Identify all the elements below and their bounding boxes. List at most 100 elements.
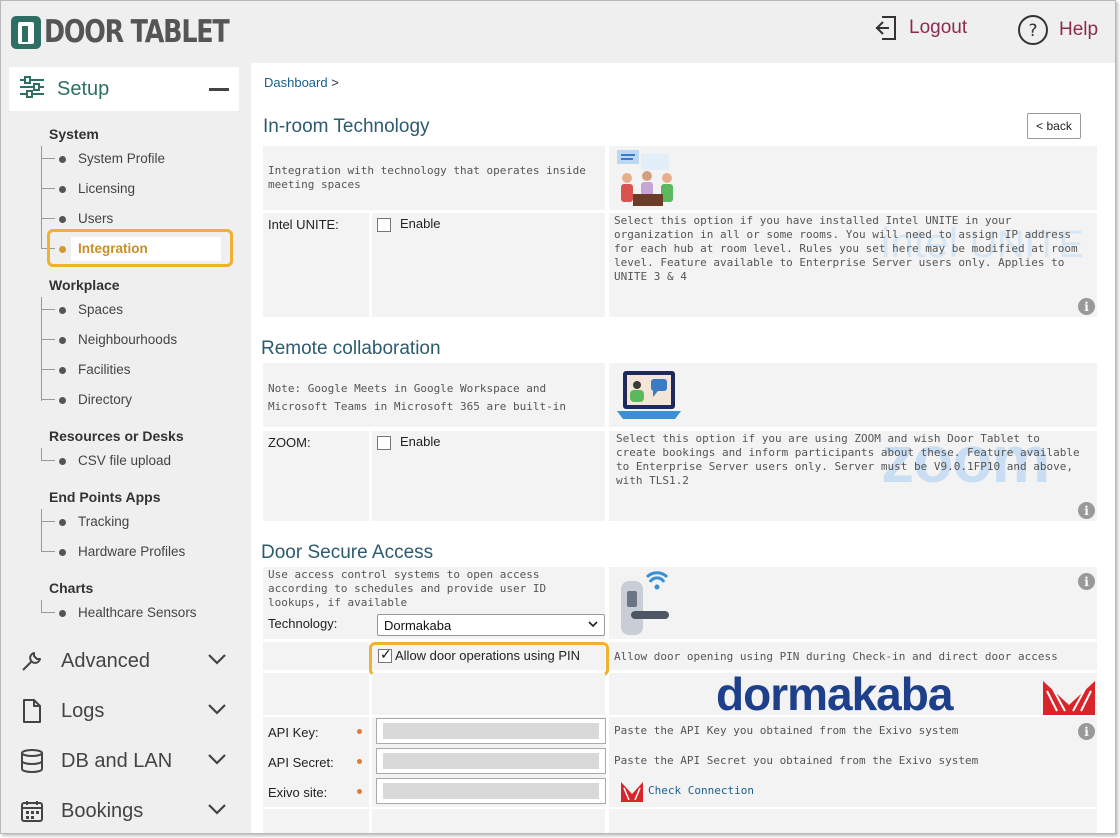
chevron-down-icon xyxy=(208,804,226,815)
bullet-icon xyxy=(59,186,66,193)
pin-description: Allow door opening using PIN during Chec… xyxy=(614,650,1058,663)
chevron-down-icon xyxy=(588,621,598,628)
intel-description: Select this option if you have installed… xyxy=(614,214,1078,283)
breadcrumb-dashboard[interactable]: Dashboard xyxy=(264,75,328,90)
sidebar-item-healthcare-sensors[interactable]: Healthcare Sensors xyxy=(41,601,231,625)
masked-value xyxy=(383,753,599,769)
sidebar-item-licensing[interactable]: Licensing xyxy=(41,177,231,201)
logout-icon xyxy=(875,16,896,40)
sidebar-item-directory[interactable]: Directory xyxy=(41,388,231,412)
wrench-icon xyxy=(19,649,45,673)
door-logo-icon xyxy=(11,15,41,49)
info-icon[interactable]: i xyxy=(1078,298,1095,315)
back-button[interactable]: < back xyxy=(1027,113,1081,139)
bullet-icon xyxy=(59,458,66,465)
help-icon: ? xyxy=(1018,15,1048,45)
dormakaba-logo-cell: dormakaba xyxy=(609,668,1097,720)
logout-label: Logout xyxy=(909,17,968,38)
technology-select[interactable]: Dormakaba xyxy=(377,614,605,636)
zoom-label: ZOOM: xyxy=(268,435,311,450)
bookings-label: Bookings xyxy=(61,799,144,822)
group-resources: Resources or Desks xyxy=(49,428,184,444)
bullet-icon xyxy=(59,156,66,163)
sliders-icon xyxy=(19,76,45,102)
calendar-icon xyxy=(19,799,45,823)
api-secret-input[interactable] xyxy=(376,748,606,774)
exivo-site-label: Exivo site: xyxy=(268,785,328,800)
api-secret-help: Paste the API Secret you obtained from t… xyxy=(614,754,979,767)
technology-label: Technology: xyxy=(268,616,338,631)
logo-blank-cell xyxy=(372,673,605,715)
bullet-icon xyxy=(59,216,66,223)
zoom-enable-checkbox[interactable] xyxy=(377,436,391,450)
sidebar-item-facilities[interactable]: Facilities xyxy=(41,358,231,382)
exivo-input-cell xyxy=(372,777,606,807)
logo-text: DOOR TABLET xyxy=(44,14,230,50)
sidebar: Setup System System Profile Licensing Us… xyxy=(1,63,251,833)
sidebar-item-neighbourhoods[interactable]: Neighbourhoods xyxy=(41,328,231,352)
exivo-site-input[interactable] xyxy=(376,778,606,804)
chevron-down-icon xyxy=(208,704,226,715)
sidebar-section-advanced[interactable]: Advanced xyxy=(9,639,239,683)
sidebar-section-bookings[interactable]: Bookings xyxy=(9,789,239,833)
info-icon[interactable]: i xyxy=(1078,502,1095,519)
exivo-label-cell: Exivo site: xyxy=(263,777,369,807)
intel-description-cell: intel UNITE Select this option if you ha… xyxy=(609,213,1097,317)
required-dot-icon xyxy=(357,789,362,794)
logout-link[interactable]: Logout xyxy=(873,14,967,42)
intel-enable-label: Enable xyxy=(400,216,441,231)
breadcrumb-separator: > xyxy=(331,75,339,90)
database-icon xyxy=(19,748,45,774)
trailing-cell xyxy=(263,809,369,833)
api-key-help: Paste the API Key you obtained from the … xyxy=(614,724,959,737)
setup-section-header[interactable]: Setup xyxy=(9,67,239,111)
help-label: Help xyxy=(1059,19,1099,40)
logo-blank-cell xyxy=(263,673,369,715)
sidebar-item-spaces[interactable]: Spaces xyxy=(41,298,231,322)
door-intro: Use access control systems to open acces… xyxy=(268,568,547,609)
zoom-description-cell: zoom Select this option if you are using… xyxy=(609,422,1097,521)
remote-image-cell xyxy=(609,363,1097,427)
zoom-label-cell: ZOOM: xyxy=(263,431,369,521)
breadcrumb: Dashboard > xyxy=(264,75,339,90)
info-icon[interactable]: i xyxy=(1078,573,1095,590)
api-key-input[interactable] xyxy=(376,718,606,744)
pin-description-cell: Allow door opening using PIN during Chec… xyxy=(609,642,1097,670)
meeting-people-icon xyxy=(617,150,673,206)
sidebar-item-system-profile[interactable]: System Profile xyxy=(41,147,231,171)
inroom-intro: Integration with technology that operate… xyxy=(268,164,586,191)
group-charts: Charts xyxy=(49,580,94,596)
chevron-down-icon xyxy=(208,654,226,665)
info-icon[interactable]: i xyxy=(1078,723,1095,740)
api-key-label: API Key: xyxy=(268,725,319,740)
sidebar-item-users[interactable]: Users xyxy=(41,207,231,231)
api-secret-label-cell: API Secret: xyxy=(263,747,369,777)
door-tablet-logo[interactable]: DOOR TABLET xyxy=(11,14,269,50)
intel-unite-label: Intel UNITE: xyxy=(268,217,339,232)
section-title-inroom: In-room Technology xyxy=(263,116,430,137)
check-connection-link[interactable]: Check Connection xyxy=(648,784,754,798)
technology-value: Dormakaba xyxy=(384,617,452,633)
sidebar-item-hardware-profiles[interactable]: Hardware Profiles xyxy=(41,540,231,564)
masked-value xyxy=(383,783,599,799)
pin-blank-cell xyxy=(263,642,369,670)
required-dot-icon xyxy=(357,729,362,734)
remote-note-cell: Note: Google Meets in Google Workspace a… xyxy=(263,363,605,427)
pin-highlight xyxy=(369,642,609,676)
remote-note: Note: Google Meets in Google Workspace a… xyxy=(268,382,567,413)
help-link[interactable]: ? Help xyxy=(1017,14,1098,46)
bullet-icon xyxy=(59,549,66,556)
collapse-minus-icon[interactable] xyxy=(209,88,229,91)
sidebar-item-csv-upload[interactable]: CSV file upload xyxy=(41,449,231,473)
sidebar-section-db-lan[interactable]: DB and LAN xyxy=(9,739,239,783)
door-image-cell: i xyxy=(609,567,1097,639)
smart-lock-icon xyxy=(621,571,669,635)
api-secret-input-cell xyxy=(372,747,606,777)
intel-enable-checkbox[interactable] xyxy=(377,218,391,232)
bullet-icon xyxy=(59,367,66,374)
api-secret-help-cell: Paste the API Secret you obtained from t… xyxy=(609,747,1097,777)
intel-label-cell: Intel UNITE: xyxy=(263,213,369,317)
sidebar-item-tracking[interactable]: Tracking xyxy=(41,510,231,534)
sidebar-section-logs[interactable]: Logs xyxy=(9,689,239,733)
zoom-description: Select this option if you are using ZOOM… xyxy=(616,432,1080,487)
